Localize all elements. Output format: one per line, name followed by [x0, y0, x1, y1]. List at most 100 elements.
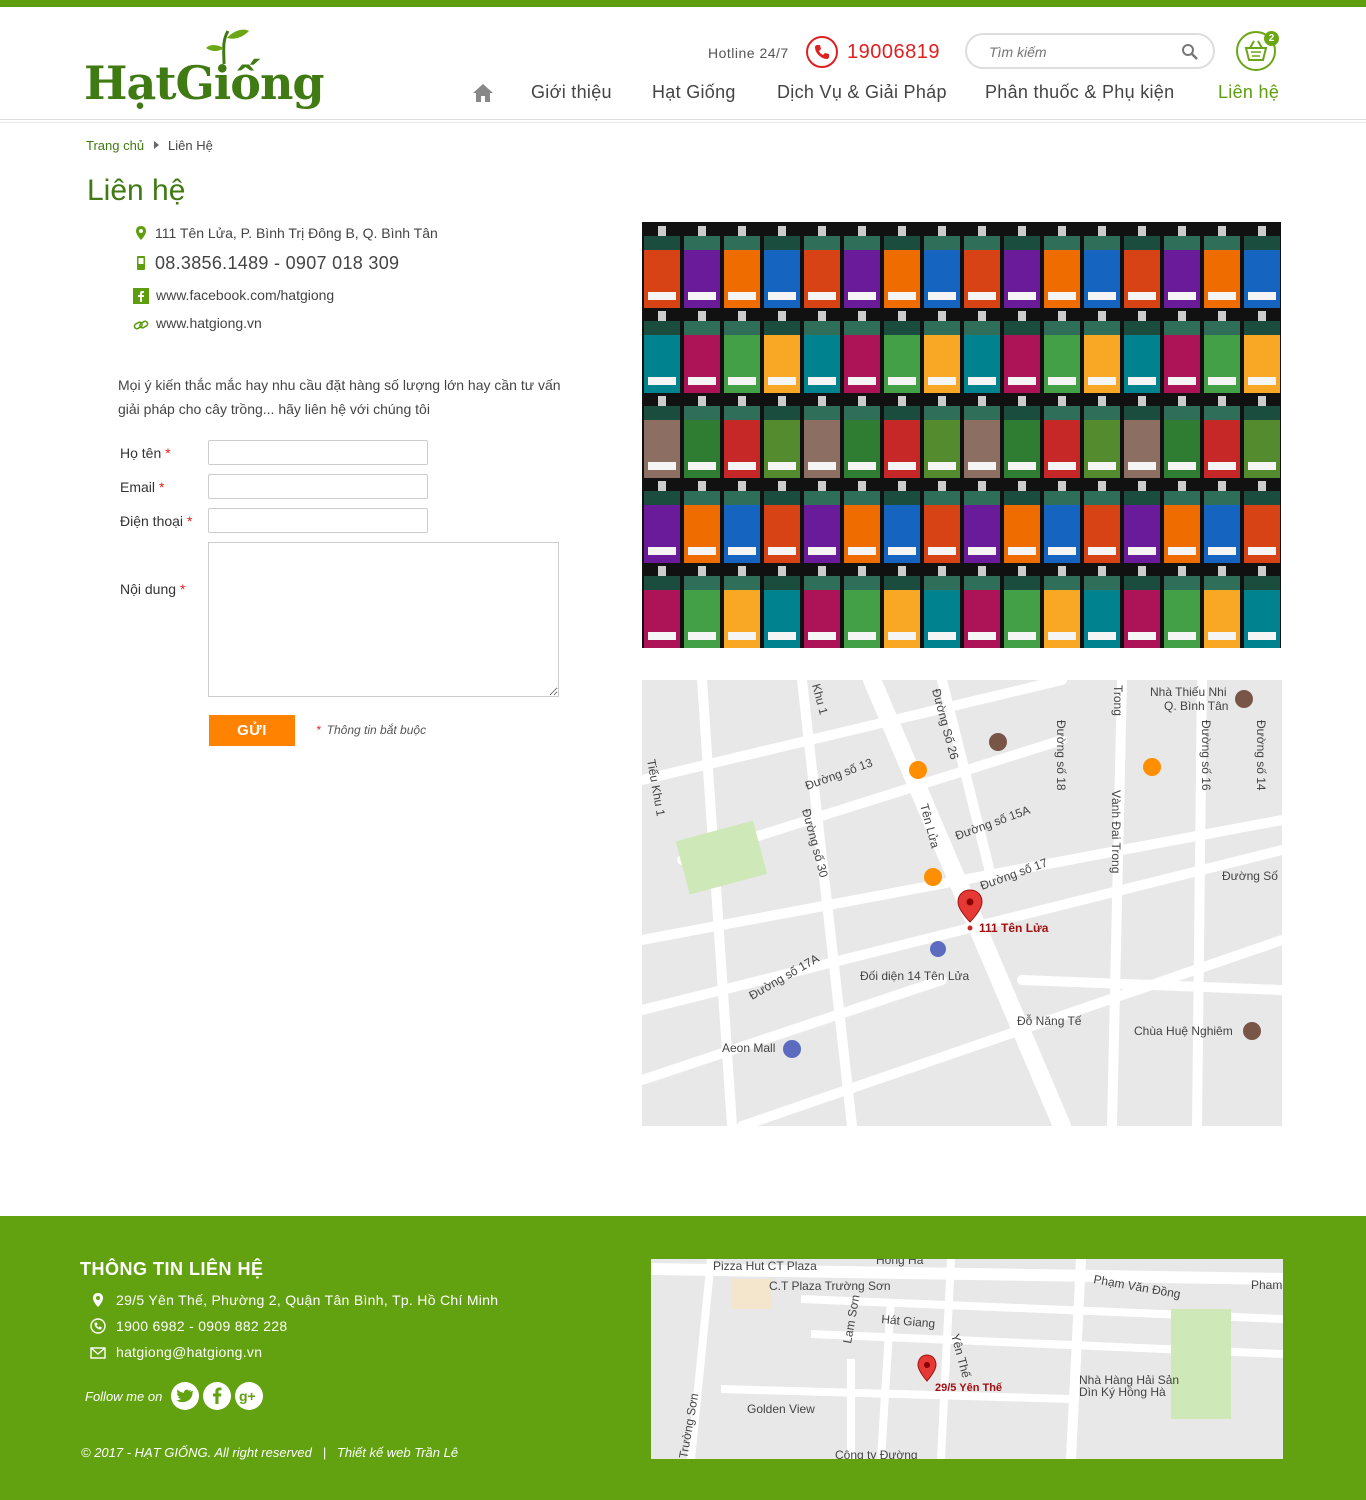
search-icon[interactable] [1181, 43, 1199, 61]
breadcrumb-separator-icon [154, 141, 159, 149]
seed-packet [1244, 311, 1280, 393]
seed-packet [764, 566, 800, 648]
seed-packet [684, 396, 720, 478]
link-icon [133, 320, 149, 330]
map-label: Đường số 14 [1254, 720, 1268, 791]
seed-packet [1044, 396, 1080, 478]
seed-packet [1244, 481, 1280, 563]
location-map[interactable]: Nhà Thiếu Nhi Q. Bình Tân Đường số 13 Đường… [642, 680, 1282, 1126]
seed-packet [684, 481, 720, 563]
map-label: Đường số 16 [1199, 720, 1213, 791]
footer-address: 29/5 Yên Thế, Phường 2, Quận Tân Bình, T… [116, 1292, 499, 1308]
nav-phan-thuoc[interactable]: Phân thuốc & Phụ kiện [985, 82, 1174, 106]
seed-packet [1164, 481, 1200, 563]
seed-packet [1204, 311, 1240, 393]
seed-packet [844, 226, 880, 308]
facebook-icon[interactable] [203, 1382, 231, 1410]
seed-packet [1124, 226, 1160, 308]
seed-packet [844, 481, 880, 563]
map-label: Vành Đai Trong [1109, 790, 1123, 873]
seed-packet [1004, 481, 1040, 563]
seed-packet [844, 566, 880, 648]
seed-packet [1044, 226, 1080, 308]
email-label: Email * [120, 479, 165, 495]
seed-packet [764, 226, 800, 308]
seed-packet [804, 226, 840, 308]
cart-count-badge: 2 [1264, 31, 1279, 46]
svg-text:g+: g+ [239, 1388, 256, 1404]
svg-text:111 Tên Lửa: 111 Tên Lửa [979, 921, 1049, 935]
seed-packet [1124, 311, 1160, 393]
seed-packet [884, 481, 920, 563]
seed-packet [804, 311, 840, 393]
seed-packet [684, 566, 720, 648]
seed-packet [804, 481, 840, 563]
hotline-number[interactable]: 19006819 [847, 41, 940, 64]
contact-intro-text: Mọi ý kiến thắc mắc hay nhu cầu đặt hàng… [118, 377, 561, 417]
map-label: Tiểu Khu 1 [644, 758, 668, 817]
footer-map[interactable]: Pizza Hut CT Plaza C.T Plaza Trường Sơn Hồ… [651, 1259, 1283, 1459]
map-label: Đỗ Năng Tế [1017, 1013, 1082, 1028]
seed-packet [964, 396, 1000, 478]
name-field[interactable] [208, 440, 428, 465]
location-pin-icon [93, 1293, 103, 1307]
seed-packet [1204, 396, 1240, 478]
nav-hat-giong[interactable]: Hạt Giống [652, 82, 736, 106]
seed-packet [1004, 311, 1040, 393]
seed-packet [684, 311, 720, 393]
mobile-phone-icon [137, 256, 145, 270]
seed-packet [1164, 226, 1200, 308]
contact-facebook-link[interactable]: www.facebook.com/hatgiong [156, 287, 334, 303]
phone-field[interactable] [208, 508, 428, 533]
email-field[interactable] [208, 474, 428, 499]
nav-gioi-thieu[interactable]: Giới thiệu [531, 82, 612, 106]
seed-packet [804, 566, 840, 648]
map-label: Dìn Ký Hồng Hà [1079, 1385, 1166, 1399]
content-textarea[interactable] [208, 542, 559, 697]
footer-email[interactable]: hatgiong@hatgiong.vn [116, 1344, 262, 1360]
map-label: Đường số 15A [953, 803, 1032, 843]
send-button[interactable]: GỬI [209, 715, 295, 746]
seed-packet [1164, 311, 1200, 393]
seed-packet [884, 226, 920, 308]
seed-packet [924, 226, 960, 308]
contact-website-link[interactable]: www.hatgiong.vn [156, 315, 262, 331]
seed-packet [924, 396, 960, 478]
svg-text:29/5 Yên Thế: 29/5 Yên Thế [935, 1382, 1003, 1394]
seed-packet [1004, 566, 1040, 648]
nav-lien-he[interactable]: Liên hệ [1218, 82, 1279, 106]
seed-packet [844, 311, 880, 393]
seed-packet [924, 566, 960, 648]
seed-packet [1044, 481, 1080, 563]
map-label: Đối diện 14 Tên Lửa [860, 969, 970, 983]
map-label: C.T Plaza Trường Sơn [769, 1279, 891, 1293]
twitter-icon[interactable] [171, 1382, 199, 1410]
seed-packet [964, 481, 1000, 563]
seed-packet [1044, 311, 1080, 393]
page-title: Liên hệ [87, 174, 186, 207]
map-label: Pizza Hut CT Plaza [713, 1259, 817, 1273]
seed-packet [1124, 481, 1160, 563]
seed-packet [1124, 396, 1160, 478]
map-label: Công ty Đường [835, 1448, 918, 1459]
seed-packet [1004, 226, 1040, 308]
footer-title: THÔNG TIN LIÊN HỆ [80, 1259, 264, 1279]
map-label: Golden View [747, 1402, 815, 1416]
seed-packet [724, 226, 760, 308]
seed-packet [684, 226, 720, 308]
seed-packet [724, 481, 760, 563]
seed-packet [1084, 226, 1120, 308]
search-input[interactable] [989, 42, 1169, 62]
seed-packets-image [642, 222, 1281, 648]
seed-packet [644, 566, 680, 648]
google-plus-icon[interactable]: g+ [235, 1382, 263, 1410]
seed-packet [1164, 566, 1200, 648]
nav-dich-vu[interactable]: Dịch Vụ & Giải Pháp [777, 82, 947, 106]
site-logo[interactable]: HạtGiống [84, 26, 325, 116]
seed-packet [1244, 396, 1280, 478]
seed-packet [964, 566, 1000, 648]
home-icon[interactable] [472, 83, 494, 103]
breadcrumb-home[interactable]: Trang chủ [86, 138, 144, 153]
mail-icon [90, 1347, 106, 1359]
seed-packet [884, 311, 920, 393]
